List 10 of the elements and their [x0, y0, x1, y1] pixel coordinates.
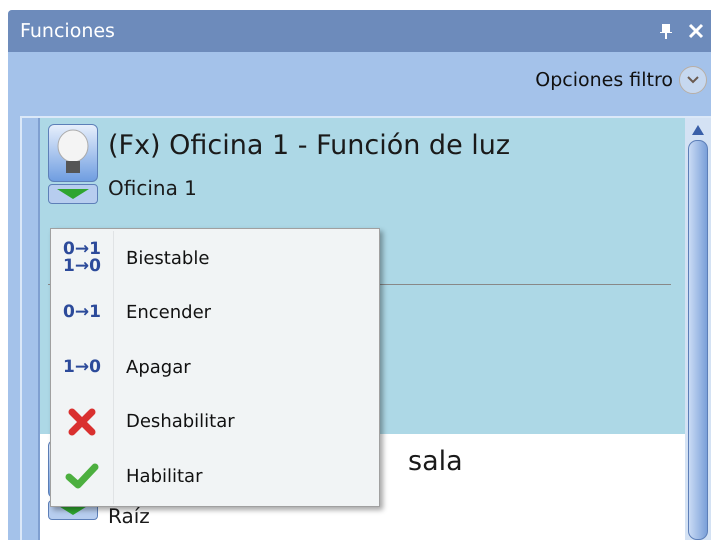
- transition-label: 1→0: [63, 358, 101, 376]
- function-location: Oficina 1: [108, 176, 198, 200]
- function-location: Raíz: [108, 504, 151, 528]
- transition-label: 0→1: [63, 304, 101, 322]
- filter-options-label: Opciones filtro: [535, 69, 673, 91]
- panel-title: Funciones: [20, 20, 116, 42]
- function-title: sala: [408, 445, 463, 479]
- transition-label: 0→1: [63, 241, 101, 258]
- function-title: (Fx) Oficina 1 - Función de luz: [108, 129, 510, 163]
- transition-label: 1→0: [63, 258, 101, 276]
